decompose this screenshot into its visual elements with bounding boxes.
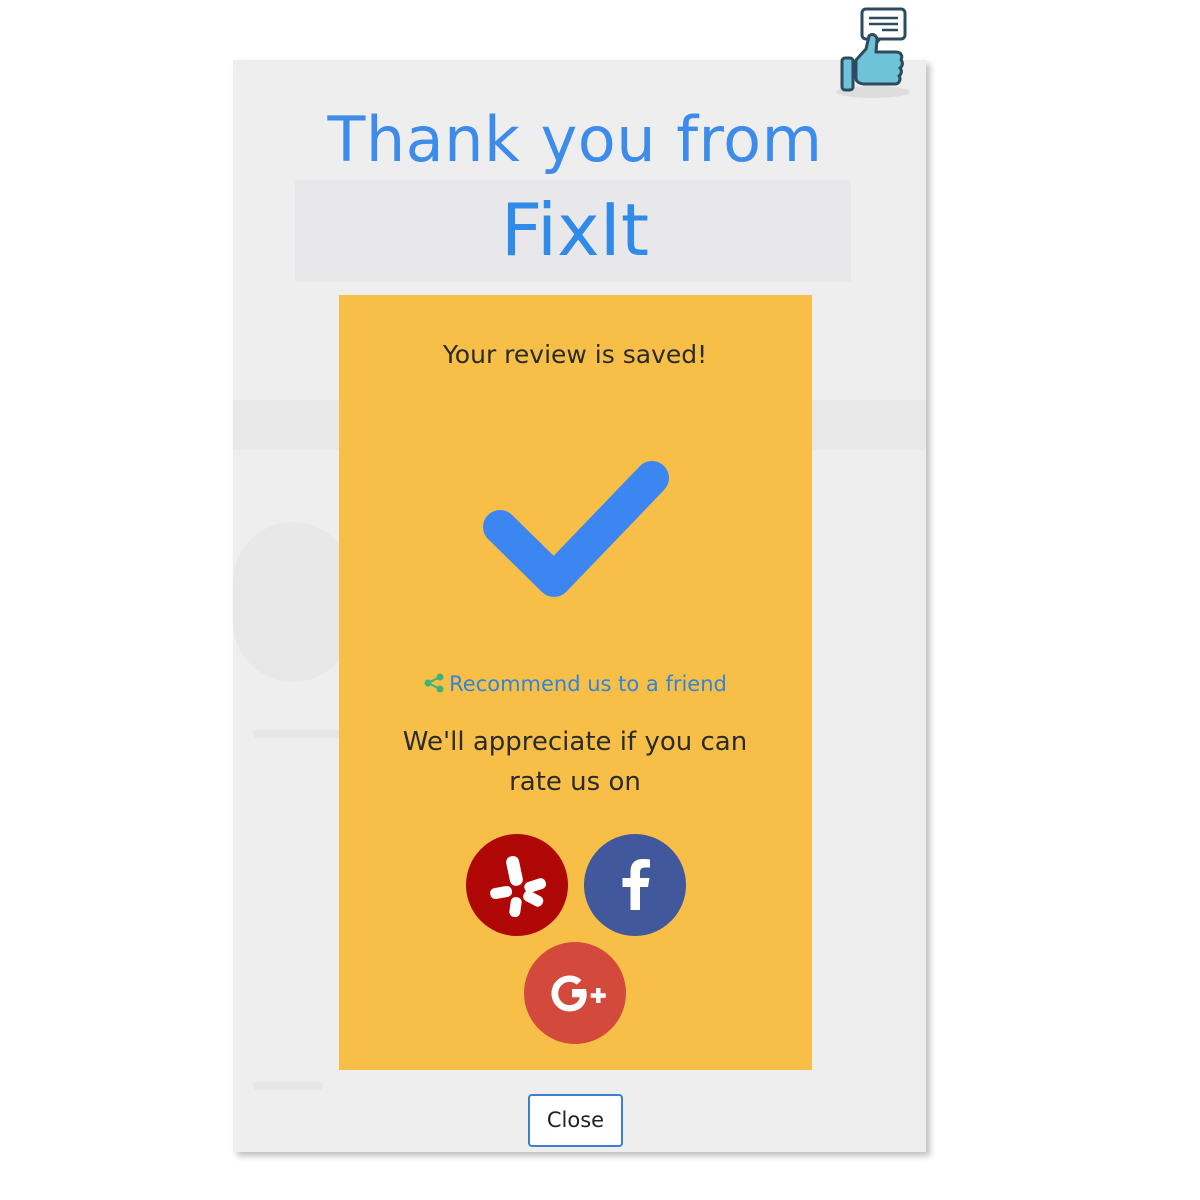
title-thank-you: Thank you from [327,103,823,176]
title-brand-name: FixIt [500,188,650,272]
background-ghost-line [253,730,343,738]
google-plus-icon [551,975,606,1012]
facebook-icon [622,859,650,910]
rate-us-message: We'll appreciate if you can rate us on [402,727,748,797]
yelp-icon [490,855,547,918]
facebook-rate-button[interactable] [584,834,686,936]
background-ghost-line [253,1082,323,1090]
close-button[interactable]: Close [528,1094,623,1147]
thumbs-up-feedback-icon [836,7,910,98]
google-plus-rate-button[interactable] [524,942,626,1044]
review-saved-message: Your review is saved! [442,340,708,369]
checkmark-icon [483,461,669,597]
share-icon [424,673,444,693]
recommend-friend-link[interactable]: Recommend us to a friend [0,672,1150,696]
recommend-friend-label: Recommend us to a friend [449,672,727,696]
yelp-rate-button[interactable] [466,834,568,936]
background-ghost-avatar [233,522,353,682]
